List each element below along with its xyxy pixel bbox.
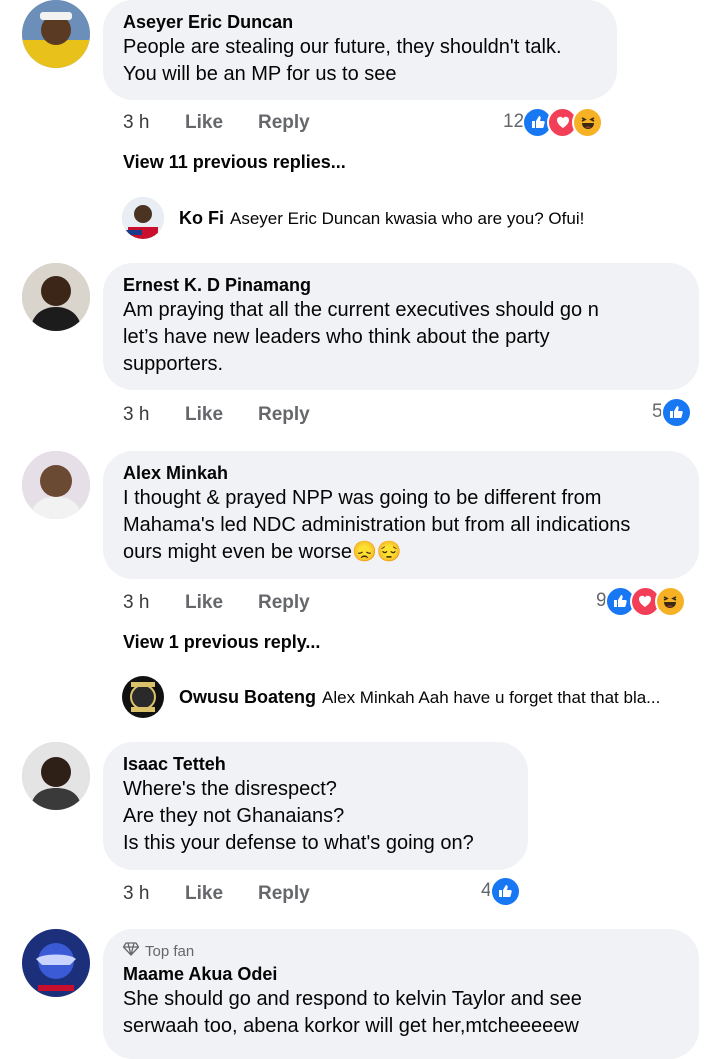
haha-icon	[654, 585, 686, 617]
comment-text: serwaah too, abena korkor will get her,m…	[123, 1015, 579, 1037]
reply-text: Alex Minkah Aah have u forget that that …	[322, 688, 661, 707]
reply-button[interactable]: Reply	[258, 883, 310, 905]
comment-author[interactable]: Alex Minkah	[123, 461, 679, 485]
comment-text: Mahama's led NDC administration but from…	[123, 514, 631, 536]
like-icon	[489, 875, 521, 907]
top-fan-label: Top fan	[145, 943, 195, 960]
comment-author[interactable]: Maame Akua Odei	[123, 962, 679, 986]
haha-icon	[572, 106, 604, 138]
reply-preview[interactable]: Owusu Boateng Alex Minkah Aah have u forg…	[179, 687, 660, 708]
reaction-summary[interactable]: 9	[596, 585, 686, 617]
comment-text: People are stealing our future, they sho…	[123, 36, 562, 58]
diamond-icon	[122, 942, 140, 962]
reply-text: Aseyer Eric Duncan kwasia who are you? O…	[230, 209, 585, 228]
like-icon	[660, 396, 692, 428]
comment-bubble: Alex Minkah I thought & prayed NPP was g…	[103, 451, 699, 579]
comment-text: Am praying that all the current executiv…	[123, 299, 599, 321]
avatar[interactable]	[22, 742, 90, 810]
comment-text: You will be an MP for us to see	[123, 63, 397, 85]
comment-text: let’s have new leaders who think about t…	[123, 326, 550, 348]
comment-author[interactable]: Aseyer Eric Duncan	[123, 10, 597, 34]
reply-preview[interactable]: Ko Fi Aseyer Eric Duncan kwasia who are y…	[179, 208, 584, 229]
like-button[interactable]: Like	[185, 883, 223, 905]
like-button[interactable]: Like	[185, 112, 223, 134]
like-button[interactable]: Like	[185, 592, 223, 614]
comment-time[interactable]: 3 h	[123, 112, 149, 134]
reply-button[interactable]: Reply	[258, 112, 310, 134]
avatar[interactable]	[22, 263, 90, 331]
avatar[interactable]	[122, 197, 164, 239]
comment-text: ours might even be worse😞😔	[123, 541, 402, 563]
reply-author[interactable]: Owusu Boateng	[179, 687, 316, 707]
reaction-summary[interactable]: 5	[652, 396, 692, 428]
comment-text: Are they not Ghanaians?	[123, 805, 345, 827]
reaction-summary[interactable]: 12	[503, 106, 604, 138]
avatar[interactable]	[22, 929, 90, 997]
comment-bubble: Top fan Maame Akua Odei She should go an…	[103, 929, 699, 1059]
comment-text: Where's the disrespect?	[123, 778, 337, 800]
avatar[interactable]	[22, 451, 90, 519]
comment-time[interactable]: 3 h	[123, 883, 149, 905]
comment-time[interactable]: 3 h	[123, 404, 149, 426]
reply-button[interactable]: Reply	[258, 404, 310, 426]
top-fan-badge: Top fan	[122, 942, 679, 962]
comment-text: Is this your defense to what's going on?	[123, 832, 474, 854]
comment-text: I thought & prayed NPP was going to be d…	[123, 487, 602, 509]
avatar[interactable]	[122, 676, 164, 718]
comment-author[interactable]: Isaac Tetteh	[123, 752, 508, 776]
comment-bubble: Aseyer Eric Duncan People are stealing o…	[103, 0, 617, 100]
comment-bubble: Isaac Tetteh Where's the disrespect? Are…	[103, 742, 528, 870]
comment-text: supporters.	[123, 353, 224, 375]
view-previous-replies[interactable]: View 1 previous reply...	[123, 632, 320, 653]
like-button[interactable]: Like	[185, 404, 223, 426]
reply-button[interactable]: Reply	[258, 592, 310, 614]
reaction-summary[interactable]: 4	[481, 875, 521, 907]
reply-author[interactable]: Ko Fi	[179, 208, 224, 228]
comment-bubble: Ernest K. D Pinamang Am praying that all…	[103, 263, 699, 390]
comment-text: She should go and respond to kelvin Tayl…	[123, 988, 582, 1010]
comment-time[interactable]: 3 h	[123, 592, 149, 614]
avatar[interactable]	[22, 0, 90, 68]
comment-author[interactable]: Ernest K. D Pinamang	[123, 273, 679, 297]
view-previous-replies[interactable]: View 11 previous replies...	[123, 152, 346, 173]
reaction-count: 12	[503, 111, 525, 132]
